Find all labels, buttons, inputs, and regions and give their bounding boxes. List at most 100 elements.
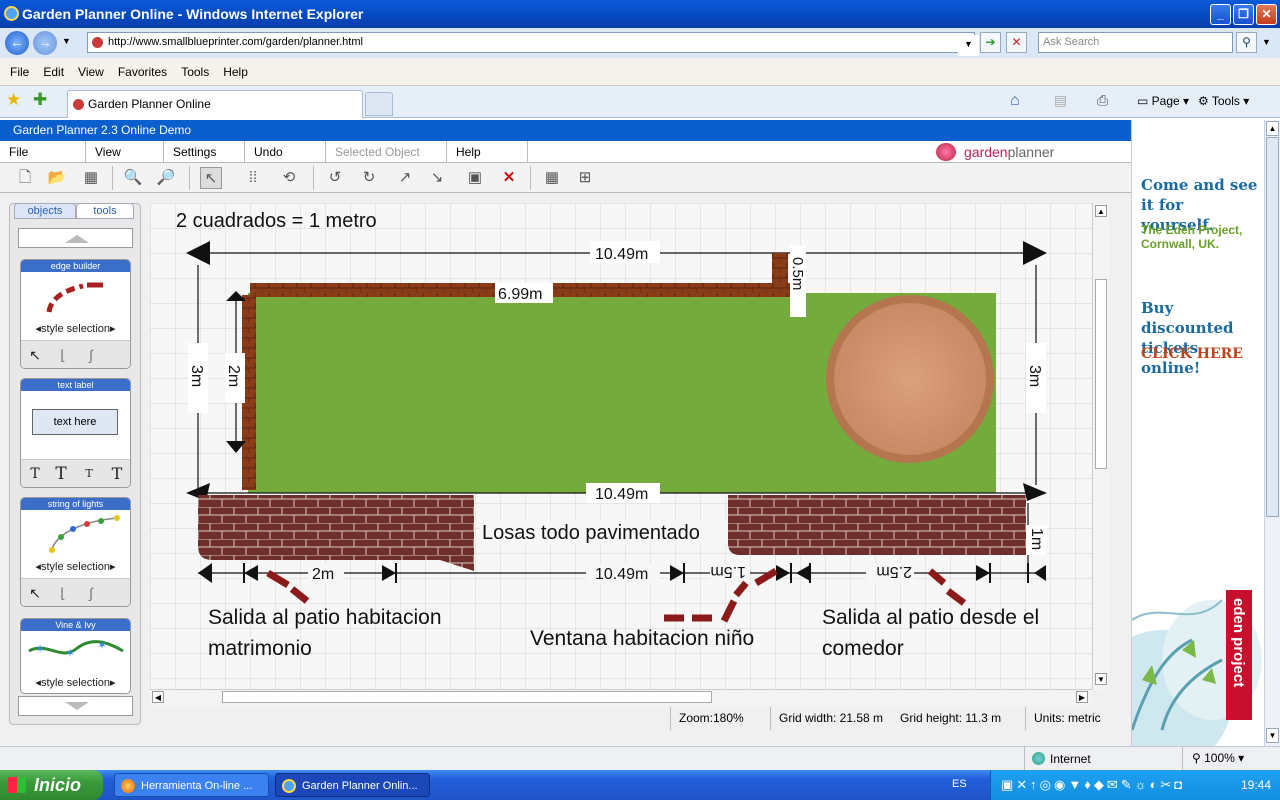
scroll-down-icon[interactable]: ▼ (1095, 673, 1107, 685)
menu-tools[interactable]: Tools (174, 58, 216, 86)
style-selection[interactable]: ◂style selection▸ (21, 322, 130, 336)
close-button[interactable]: ✕ (1256, 4, 1277, 25)
garden-plan[interactable]: 2 cuadrados = 1 metro 10.49m 6.99m 0.5m … (150, 203, 1092, 689)
dim-wall-label[interactable]: 6.99m (498, 286, 542, 303)
rotate-right-icon[interactable]: ↻ (358, 167, 380, 189)
flip-icon[interactable]: ↗ (394, 167, 416, 189)
note-right-line2[interactable]: comedor (822, 637, 904, 660)
menu-view[interactable]: View (71, 58, 111, 86)
scroll-up-icon[interactable]: ▲ (1095, 205, 1107, 217)
panel-scroll-down[interactable] (18, 696, 133, 716)
tab-objects[interactable]: objects (14, 203, 76, 219)
save-icon[interactable]: ▦ (80, 167, 102, 189)
ad-click-here[interactable]: CLICK HERE (1141, 346, 1243, 362)
select-arrow-icon[interactable]: ↖ (200, 167, 222, 189)
pointer-icon[interactable]: ↖ (23, 581, 47, 605)
forward-button[interactable]: → (33, 31, 57, 55)
back-button[interactable]: ← (5, 31, 29, 55)
favorites-star-icon[interactable]: ★ (6, 90, 21, 110)
app-menu-file[interactable]: File (0, 141, 86, 163)
search-input[interactable]: Ask Search (1038, 32, 1233, 53)
app-menu-view[interactable]: View (86, 141, 164, 163)
eden-brand-banner[interactable]: eden project (1226, 590, 1252, 720)
maximize-button[interactable]: ❐ (1233, 4, 1254, 25)
menu-edit[interactable]: Edit (36, 58, 71, 86)
scroll-thumb[interactable] (1266, 137, 1279, 517)
paving-right[interactable] (728, 495, 1026, 555)
note-center[interactable]: Ventana habitacion niño (530, 627, 754, 650)
scroll-down-icon[interactable]: ▼ (1266, 728, 1279, 743)
plan-canvas[interactable]: 2 cuadrados = 1 metro 10.49m 6.99m 0.5m … (150, 203, 1092, 689)
tool-text-label[interactable]: text label text here T T T T (20, 378, 131, 488)
menu-favorites[interactable]: Favorites (111, 58, 174, 86)
text-style-3-icon[interactable]: T (77, 462, 101, 486)
canvas-horizontal-scrollbar[interactable]: ◀ ▶ (150, 689, 1092, 705)
print-icon[interactable]: ⎙ (1097, 92, 1108, 109)
dim-post-label[interactable]: 0.5m (789, 257, 806, 290)
text-style-2-icon[interactable]: T (49, 462, 73, 486)
menu-help[interactable]: Help (216, 58, 255, 86)
tab-garden-planner[interactable]: Garden Planner Online (67, 90, 363, 118)
task-garden-planner[interactable]: Garden Planner Onlin... (275, 773, 430, 797)
app-menu-settings[interactable]: Settings (164, 141, 245, 163)
scroll-left-icon[interactable]: ◀ (152, 691, 164, 703)
app-menu-selected-object[interactable]: Selected Object (326, 141, 447, 163)
curve-icon[interactable]: ∫ (79, 343, 103, 367)
panel-scroll-up[interactable] (18, 228, 133, 248)
scroll-up-icon[interactable]: ▲ (1266, 121, 1279, 136)
text-style-4-icon[interactable]: T (105, 462, 129, 486)
scroll-thumb[interactable] (222, 691, 712, 703)
rotate-left-icon[interactable]: ↺ (324, 167, 346, 189)
paving-left[interactable] (198, 495, 474, 571)
tools-menu[interactable]: ⚙ Tools ▾ (1198, 94, 1249, 108)
note-left-line1[interactable]: Salida al patio habitacion (208, 606, 442, 629)
style-selection[interactable]: ◂style selection▸ (21, 560, 130, 574)
zoom-out-icon[interactable]: 🔎 (155, 167, 177, 189)
add-favorites-icon[interactable]: ✚ (33, 90, 47, 110)
note-right-line1[interactable]: Salida al patio desde el (822, 606, 1039, 629)
tool-edge-builder[interactable]: edge builder ◂style selection▸ ↖ ⌊ ∫ (20, 259, 131, 369)
page-menu[interactable]: ▭ Page ▾ (1137, 94, 1189, 108)
stop-button[interactable]: ✕ (1006, 32, 1027, 53)
task-herramienta[interactable]: Herramienta On-line ... (114, 773, 269, 797)
zoom-in-icon[interactable]: 🔍 (122, 167, 144, 189)
style-selection[interactable]: ◂style selection▸ (21, 676, 130, 690)
corner-icon[interactable]: ⌊ (51, 581, 75, 605)
go-button[interactable]: ➔ (980, 32, 1001, 53)
new-tab-button[interactable] (365, 92, 393, 116)
text-style-1-icon[interactable]: T (23, 462, 47, 486)
delete-icon[interactable]: ✕ (498, 167, 520, 189)
note-left-line2[interactable]: matrimonio (208, 637, 312, 660)
snap-icon[interactable]: ⊞ (574, 167, 596, 189)
tab-tools[interactable]: tools (76, 203, 134, 219)
tool-string-of-lights[interactable]: string of lights ◂style selection▸ ↖ ⌊ ∫ (20, 497, 131, 607)
search-options-icon[interactable]: ▼ (1262, 37, 1271, 47)
start-button[interactable]: Inicio (0, 770, 103, 800)
corner-icon[interactable]: ⌊ (51, 343, 75, 367)
curve-icon[interactable]: ∫ (79, 581, 103, 605)
pointer-icon[interactable]: ↖ (23, 343, 47, 367)
eden-project-ad[interactable]: Come and see it for yourself. The Eden P… (1131, 120, 1264, 746)
layer-order-icon[interactable]: ▣ (464, 167, 486, 189)
history-dropdown-icon[interactable]: ▼ (62, 36, 71, 46)
scroll-right-icon[interactable]: ▶ (1076, 691, 1088, 703)
app-menu-help[interactable]: Help (447, 141, 528, 163)
grid-icon[interactable]: ▦ (541, 167, 563, 189)
app-menu-undo[interactable]: Undo (245, 141, 326, 163)
rotate-icon[interactable]: ⟲ (278, 167, 300, 189)
language-indicator[interactable]: ES (952, 778, 967, 790)
search-icon[interactable]: ⚲ (1236, 32, 1257, 53)
tray-icons[interactable]: ▣✕↑◎◉▼♦◆✉✎☼◐✂◘ (1001, 777, 1185, 793)
feeds-icon[interactable]: ▤ (1054, 92, 1067, 109)
mirror-icon[interactable]: ↘ (426, 167, 448, 189)
minimize-button[interactable]: _ (1210, 4, 1231, 25)
tool-vine-ivy[interactable]: Vine & Ivy ✶ ✶ ✶ ◂style selection▸ (20, 618, 131, 694)
open-icon[interactable]: 📂 (46, 167, 68, 189)
marquee-select-icon[interactable]: ⁞⁞ (242, 167, 264, 189)
menu-file[interactable]: File (3, 58, 36, 86)
brick-post[interactable] (772, 253, 788, 297)
address-input[interactable]: http://www.smallblueprinter.com/garden/p… (87, 32, 975, 53)
zoom-control[interactable]: ⚲ 100% ▾ (1192, 751, 1244, 765)
paving-label[interactable]: Losas todo pavimentado (482, 522, 700, 544)
scroll-thumb[interactable] (1095, 279, 1107, 469)
